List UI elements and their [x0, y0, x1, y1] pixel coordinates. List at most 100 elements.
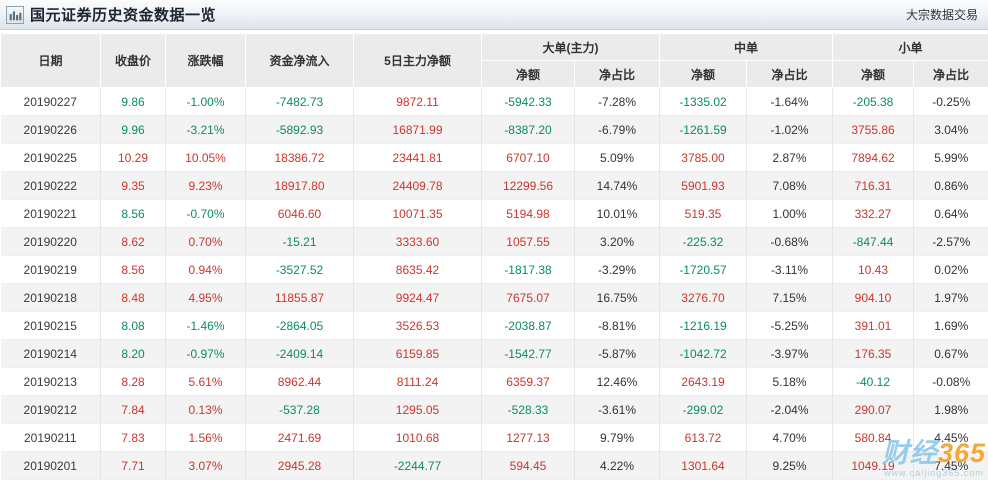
table-row: 20190221 8.56 -0.70% 6046.60 10071.35 5194.98…	[0, 199, 988, 228]
cell-mid-pct: -2.04%	[745, 395, 833, 424]
cell-mid-net: -1335.02	[659, 87, 747, 116]
cell-net-inflow: -537.28	[245, 395, 354, 424]
sub-header-small-net: 净额	[832, 60, 915, 88]
cell-mid-pct: 9.25%	[745, 451, 833, 480]
cell-mid-pct: -1.02%	[745, 115, 833, 144]
cell-big-pct: -7.28%	[574, 87, 660, 116]
cell-small-net: 1049.19	[832, 451, 914, 480]
title-bar: 国元证券历史资金数据一览 大宗数据交易	[0, 0, 988, 30]
cell-big-net: 6359.37	[481, 367, 575, 396]
cell-main5-net: 3526.53	[353, 311, 482, 340]
cell-small-net: 391.01	[832, 311, 914, 340]
cell-small-pct: 3.04%	[913, 115, 988, 144]
cell-close-price: 7.71	[100, 451, 166, 480]
cell-change-pct: 3.07%	[165, 451, 246, 480]
bar-chart-icon	[6, 5, 24, 24]
cell-change-pct: 9.23%	[165, 171, 246, 200]
cell-close-price: 8.48	[100, 283, 166, 312]
cell-big-pct: 12.46%	[574, 367, 660, 396]
cell-big-pct: -8.81%	[574, 311, 660, 340]
cell-mid-net: 3785.00	[659, 143, 747, 172]
cell-small-pct: 4.45%	[913, 423, 988, 452]
cell-date: 20190212	[0, 395, 101, 424]
col-header-change: 涨跌幅	[165, 33, 246, 88]
block-trade-link[interactable]: 大宗数据交易	[906, 6, 978, 23]
cell-small-pct: 0.86%	[913, 171, 988, 200]
cell-small-net: 7894.62	[832, 143, 914, 172]
cell-main5-net: 6159.85	[353, 339, 482, 368]
cell-big-pct: -5.87%	[574, 339, 660, 368]
cell-small-net: 290.07	[832, 395, 914, 424]
cell-mid-pct: 1.00%	[745, 199, 833, 228]
col-header-main5: 5日主力净额	[353, 33, 482, 88]
cell-mid-net: -1042.72	[659, 339, 747, 368]
cell-small-net: 580.84	[832, 423, 914, 452]
cell-change-pct: -0.97%	[165, 339, 246, 368]
cell-small-net: 176.35	[832, 339, 914, 368]
group-header-small-orders: 小单	[832, 33, 988, 61]
cell-mid-pct: -3.97%	[745, 339, 833, 368]
cell-small-net: 904.10	[832, 283, 914, 312]
table-row: 20190226 9.96 -3.21% -5892.93 16871.99 -8387.…	[0, 115, 988, 144]
cell-big-net: 7675.07	[481, 283, 575, 312]
cell-change-pct: 0.13%	[165, 395, 246, 424]
cell-change-pct: 1.56%	[165, 423, 246, 452]
cell-small-net: -40.12	[832, 367, 914, 396]
cell-big-net: 1277.13	[481, 423, 575, 452]
cell-big-net: -8387.20	[481, 115, 575, 144]
table-row: 20190218 8.48 4.95% 11855.87 9924.47 7675.07 1…	[0, 283, 988, 312]
cell-big-net: -1542.77	[481, 339, 575, 368]
cell-close-price: 9.35	[100, 171, 166, 200]
cell-main5-net: 8635.42	[353, 255, 482, 284]
cell-small-pct: 1.97%	[913, 283, 988, 312]
cell-main5-net: 1295.05	[353, 395, 482, 424]
table-row: 20190227 9.86 -1.00% -7482.73 9872.11 -5942.3…	[0, 87, 988, 116]
cell-mid-net: 3276.70	[659, 283, 747, 312]
cell-main5-net: 16871.99	[353, 115, 482, 144]
cell-change-pct: -0.70%	[165, 199, 246, 228]
cell-big-pct: 9.79%	[574, 423, 660, 452]
table-row: 20190201 7.71 3.07% 2945.28 -2244.77 594.45 4.…	[0, 451, 988, 480]
cell-mid-pct: -5.25%	[745, 311, 833, 340]
cell-big-pct: -3.29%	[574, 255, 660, 284]
cell-mid-net: -1720.57	[659, 255, 747, 284]
table-row: 20190212 7.84 0.13% -537.28 1295.05 -528.33 -3…	[0, 395, 988, 424]
table-header: 日期 收盘价 涨跌幅 资金净流入 5日主力净额 大单(主力) 中单 小单 净额 …	[0, 33, 988, 88]
page: 国元证券历史资金数据一览 大宗数据交易 日期 收盘价 涨跌幅 资金净流入 5日主…	[0, 0, 988, 480]
col-header-inflow: 资金净流入	[245, 33, 354, 88]
sub-header-mid-net: 净额	[659, 60, 747, 88]
table-row: 20190213 8.28 5.61% 8962.44 8111.24 6359.37 12…	[0, 367, 988, 396]
cell-close-price: 8.28	[100, 367, 166, 396]
cell-big-net: -1817.38	[481, 255, 575, 284]
cell-mid-net: -299.02	[659, 395, 747, 424]
cell-mid-pct: -3.11%	[745, 255, 833, 284]
cell-close-price: 8.62	[100, 227, 166, 256]
cell-net-inflow: 6046.60	[245, 199, 354, 228]
cell-big-pct: 14.74%	[574, 171, 660, 200]
cell-close-price: 10.29	[100, 143, 166, 172]
cell-big-net: -2038.87	[481, 311, 575, 340]
table-row: 20190215 8.08 -1.46% -2864.05 3526.53 -2038.8…	[0, 311, 988, 340]
cell-mid-pct: 7.08%	[745, 171, 833, 200]
cell-main5-net: 10071.35	[353, 199, 482, 228]
cell-change-pct: 0.94%	[165, 255, 246, 284]
table-body: 20190227 9.86 -1.00% -7482.73 9872.11 -5942.3…	[0, 87, 988, 480]
cell-main5-net: 24409.78	[353, 171, 482, 200]
cell-mid-net: 519.35	[659, 199, 747, 228]
cell-date: 20190218	[0, 283, 101, 312]
cell-big-net: 5194.98	[481, 199, 575, 228]
cell-small-net: 10.43	[832, 255, 914, 284]
cell-close-price: 8.20	[100, 339, 166, 368]
cell-big-net: 594.45	[481, 451, 575, 480]
cell-big-pct: 10.01%	[574, 199, 660, 228]
cell-mid-pct: 2.87%	[745, 143, 833, 172]
group-header-big-orders: 大单(主力)	[481, 33, 660, 61]
cell-change-pct: 4.95%	[165, 283, 246, 312]
cell-big-pct: -6.79%	[574, 115, 660, 144]
cell-net-inflow: 8962.44	[245, 367, 354, 396]
cell-main5-net: 23441.81	[353, 143, 482, 172]
cell-date: 20190213	[0, 367, 101, 396]
sub-header-mid-pct: 净占比	[745, 60, 834, 88]
cell-net-inflow: 18386.72	[245, 143, 354, 172]
cell-main5-net: 9872.11	[353, 87, 482, 116]
